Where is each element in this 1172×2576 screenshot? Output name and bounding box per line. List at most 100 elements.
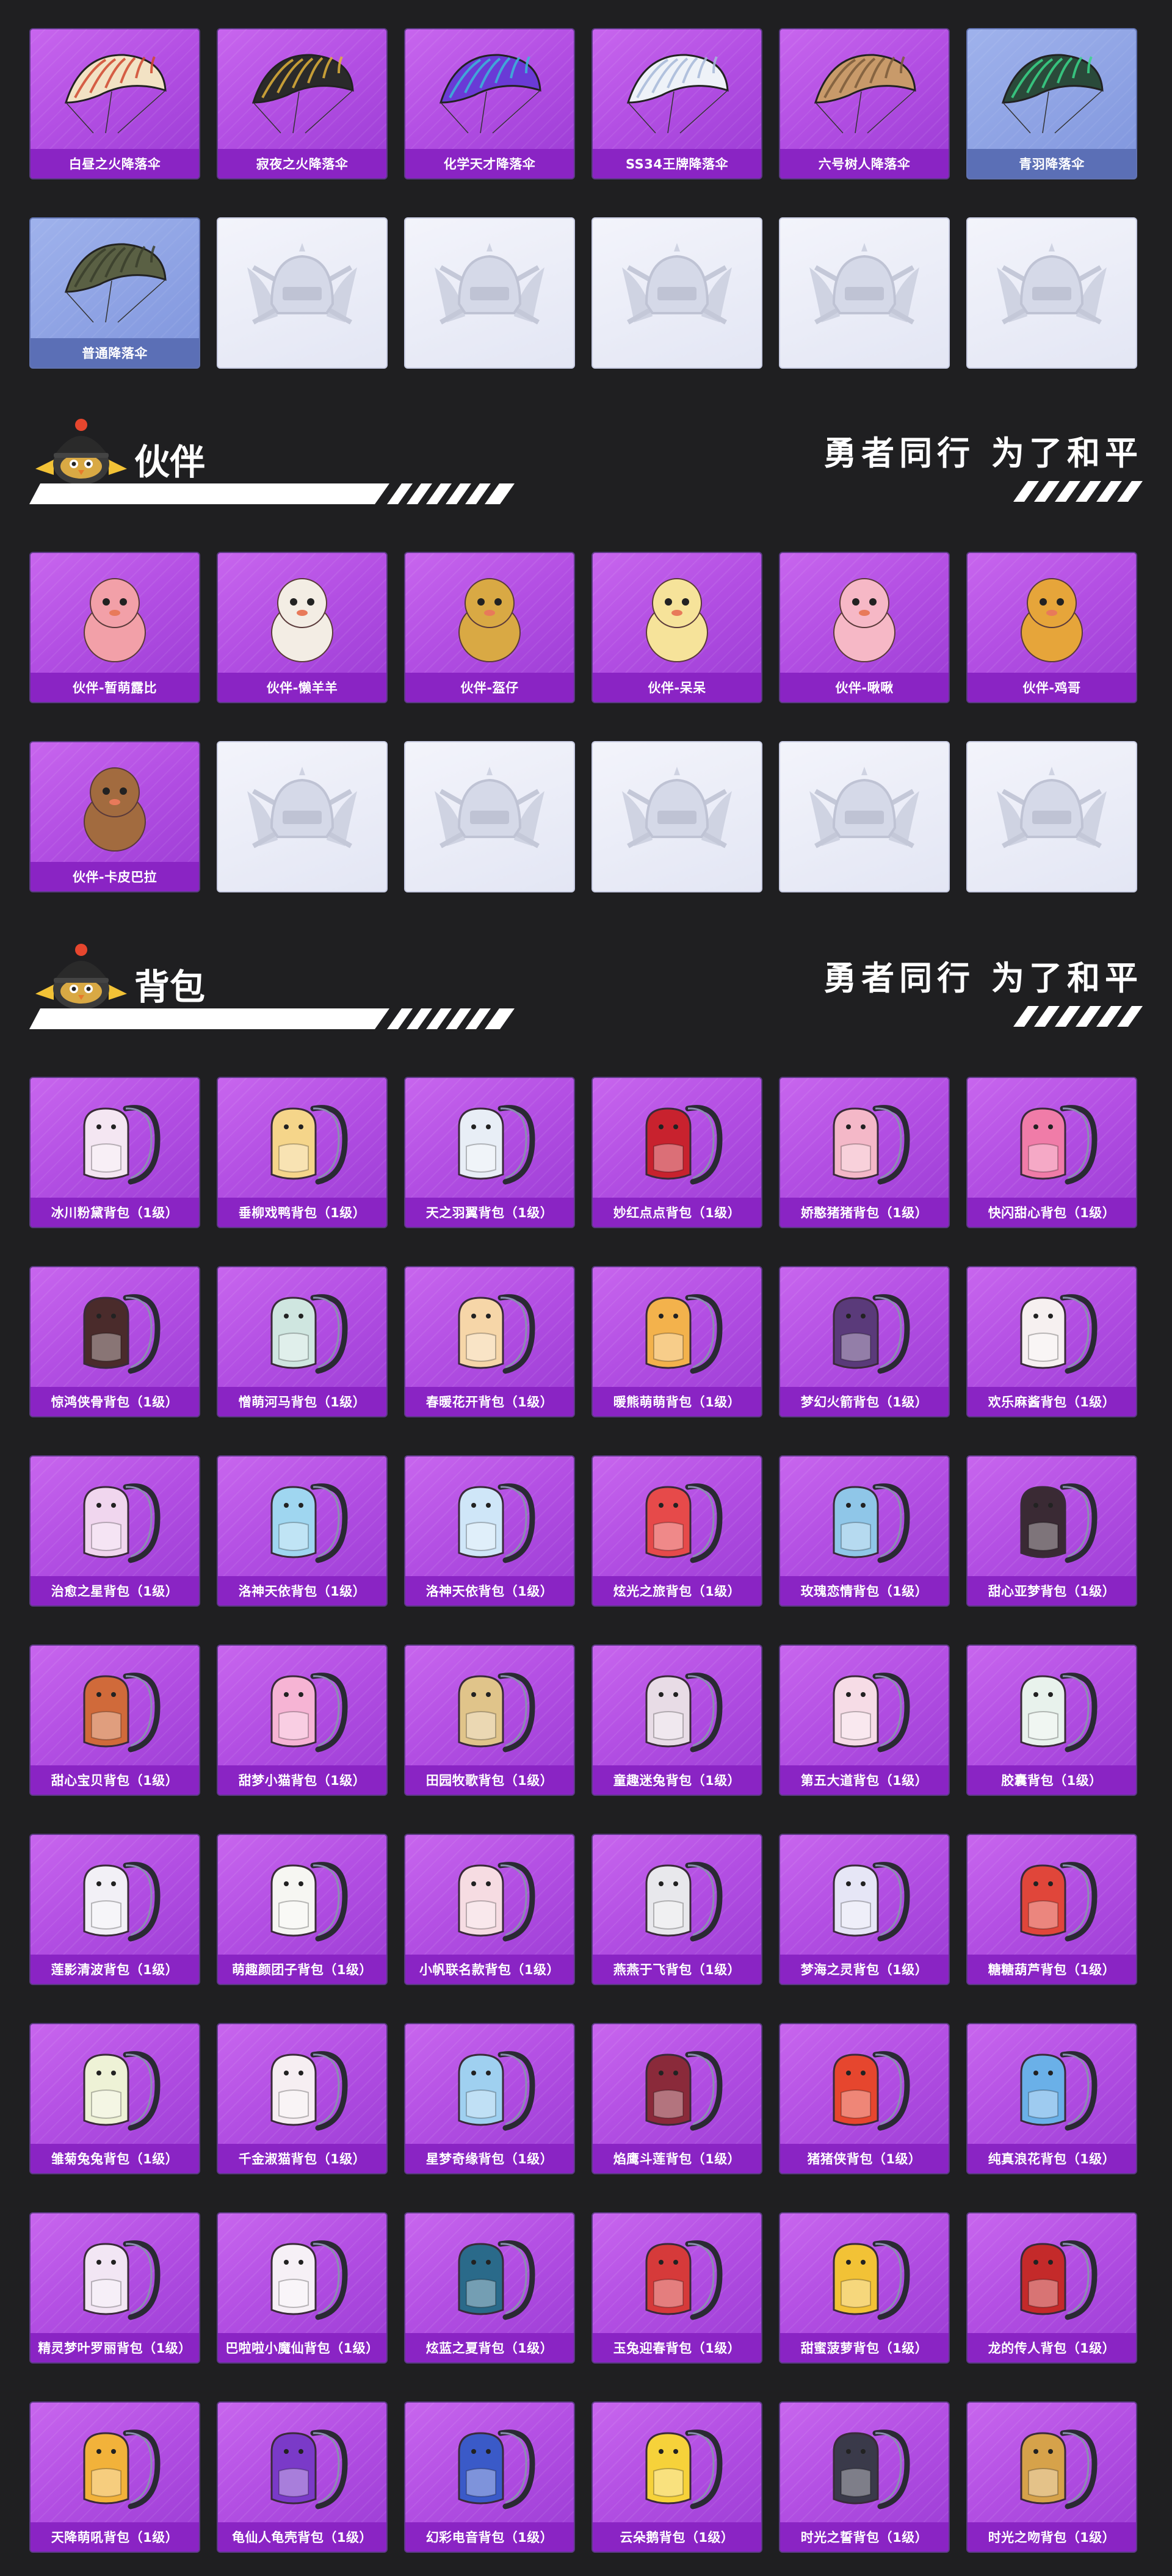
item-card[interactable]: 玫瑰恋情背包（1级） — [779, 1455, 950, 1607]
item-card[interactable]: 惊鸿侠骨背包（1级） — [29, 1266, 200, 1417]
item-card[interactable]: 雏菊兔兔背包（1级） — [29, 2023, 200, 2174]
placeholder-emblem-icon — [797, 231, 931, 355]
item-card[interactable]: 云朵鹅背包（1级） — [591, 2401, 762, 2553]
item-label: 糖糖葫芦背包（1级） — [968, 1955, 1136, 1984]
item-card[interactable]: 甜心亚梦背包（1级） — [966, 1455, 1137, 1607]
item-label: 玉兔迎春背包（1级） — [593, 2333, 761, 2362]
item-card[interactable]: 巴啦啦小魔仙背包（1级） — [217, 2212, 388, 2364]
item-card[interactable]: 伙伴-暂萌露比 — [29, 552, 200, 703]
section-slogan: 勇者同行 为了和平 — [823, 434, 1143, 472]
item-card[interactable]: 快闪甜心背包（1级） — [966, 1077, 1137, 1228]
empty-slot — [217, 217, 388, 369]
item-card[interactable]: 伙伴-呆呆 — [591, 552, 762, 703]
item-card[interactable]: 纯真浪花背包（1级） — [966, 2023, 1137, 2174]
item-card[interactable]: 妙红点点背包（1级） — [591, 1077, 762, 1228]
item-card[interactable]: 燕燕于飞背包（1级） — [591, 1834, 762, 1985]
item-label: 甜心亚梦背包（1级） — [968, 1576, 1136, 1605]
item-card[interactable]: 普通降落伞 — [29, 217, 200, 369]
item-card[interactable]: 精灵梦叶罗丽背包（1级） — [29, 2212, 200, 2364]
item-card[interactable]: 天降萌吼背包（1级） — [29, 2401, 200, 2553]
section-title: 背包 — [134, 966, 206, 1008]
item-card[interactable]: 暖熊萌萌背包（1级） — [591, 1266, 762, 1417]
item-label: 萌趣颜团子背包（1级） — [218, 1955, 386, 1984]
item-card[interactable]: 化学天才降落伞 — [404, 28, 575, 179]
item-label: 天降萌吼背包（1级） — [31, 2522, 199, 2552]
item-card[interactable]: 小帆联名款背包（1级） — [404, 1834, 575, 1985]
item-label: 垂柳戏鸭背包（1级） — [218, 1198, 386, 1227]
placeholder-emblem-icon — [235, 231, 369, 355]
item-card[interactable]: 春暖花开背包（1级） — [404, 1266, 575, 1417]
item-card[interactable]: 伙伴-啾啾 — [779, 552, 950, 703]
placeholder-emblem-icon — [422, 231, 557, 355]
item-label: 寂夜之火降落伞 — [218, 149, 386, 178]
item-card[interactable]: 胶囊背包（1级） — [966, 1644, 1137, 1796]
item-card[interactable]: 千金淑猫背包（1级） — [217, 2023, 388, 2174]
item-label: 纯真浪花背包（1级） — [968, 2144, 1136, 2173]
item-label: 憎萌河马背包（1级） — [218, 1387, 386, 1416]
placeholder-emblem-icon — [610, 754, 744, 879]
backpack-icon — [806, 1847, 922, 1951]
item-card[interactable]: 伙伴-卡皮巴拉 — [29, 741, 200, 892]
placeholder-emblem-icon — [797, 754, 931, 879]
item-card[interactable]: 白昼之火降落伞 — [29, 28, 200, 179]
item-label: 星梦奇缘背包（1级） — [405, 2144, 574, 2173]
item-card[interactable]: 时光之誓背包（1级） — [779, 2401, 950, 2553]
item-label: 天之羽翼背包（1级） — [405, 1198, 574, 1227]
item-card[interactable]: 伙伴-懒羊羊 — [217, 552, 388, 703]
item-card[interactable]: 欢乐麻酱背包（1级） — [966, 1266, 1137, 1417]
title-underline-stripe — [29, 483, 515, 504]
item-card[interactable]: 炫光之旅背包（1级） — [591, 1455, 762, 1607]
item-card[interactable]: 星梦奇缘背包（1级） — [404, 2023, 575, 2174]
item-card[interactable]: 甜梦小猫背包（1级） — [217, 1644, 388, 1796]
placeholder-emblem-icon — [985, 754, 1119, 879]
backpack-icon — [994, 1847, 1110, 1951]
item-card[interactable]: 童趣迷兔背包（1级） — [591, 1644, 762, 1796]
item-card[interactable]: 焰鹰斗莲背包（1级） — [591, 2023, 762, 2174]
backpack-icon — [994, 2226, 1110, 2329]
item-card[interactable]: 青羽降落伞 — [966, 28, 1137, 179]
backpack-icon — [244, 1847, 360, 1951]
item-label: 洛神天依背包（1级） — [405, 1576, 574, 1605]
item-card[interactable]: 龟仙人龟壳背包（1级） — [217, 2401, 388, 2553]
item-card[interactable]: 治愈之星背包（1级） — [29, 1455, 200, 1607]
item-card[interactable]: 娇憨猪猪背包（1级） — [779, 1077, 950, 1228]
item-card[interactable]: 猪猪侠背包（1级） — [779, 2023, 950, 2174]
item-card[interactable]: SS34王牌降落伞 — [591, 28, 762, 179]
item-card[interactable]: 玉兔迎春背包（1级） — [591, 2212, 762, 2364]
item-card[interactable]: 龙的传人背包（1级） — [966, 2212, 1137, 2364]
parachute-icon — [57, 42, 173, 145]
item-card[interactable]: 萌趣颜团子背包（1级） — [217, 1834, 388, 1985]
item-card[interactable]: 甜蜜菠萝背包（1级） — [779, 2212, 950, 2364]
item-card[interactable]: 梦海之灵背包（1级） — [779, 1834, 950, 1985]
item-card[interactable]: 伙伴-鸡哥 — [966, 552, 1137, 703]
item-card[interactable]: 六号树人降落伞 — [779, 28, 950, 179]
item-label: 快闪甜心背包（1级） — [968, 1198, 1136, 1227]
backpack-icon — [432, 2226, 548, 2329]
item-label: 猪猪侠背包（1级） — [780, 2144, 949, 2173]
backpack-icon — [57, 1090, 173, 1194]
item-card[interactable]: 甜心宝贝背包（1级） — [29, 1644, 200, 1796]
empty-slot — [404, 217, 575, 369]
companion-pet-icon — [619, 565, 735, 669]
item-card[interactable]: 梦幻火箭背包（1级） — [779, 1266, 950, 1417]
item-card[interactable]: 天之羽翼背包（1级） — [404, 1077, 575, 1228]
item-card[interactable]: 炫蓝之夏背包（1级） — [404, 2212, 575, 2364]
placeholder-emblem-icon — [610, 231, 744, 355]
item-label: 时光之吻背包（1级） — [968, 2522, 1136, 2552]
item-card[interactable]: 洛神天依背包（1级） — [217, 1455, 388, 1607]
item-card[interactable]: 垂柳戏鸭背包（1级） — [217, 1077, 388, 1228]
item-card[interactable]: 糖糖葫芦背包（1级） — [966, 1834, 1137, 1985]
item-card[interactable]: 莲影清波背包（1级） — [29, 1834, 200, 1985]
item-card[interactable]: 时光之吻背包（1级） — [966, 2401, 1137, 2553]
item-card[interactable]: 憎萌河马背包（1级） — [217, 1266, 388, 1417]
item-label: 伙伴-暂萌露比 — [31, 673, 199, 702]
item-card[interactable]: 第五大道背包（1级） — [779, 1644, 950, 1796]
item-card[interactable]: 冰川粉黛背包（1级） — [29, 1077, 200, 1228]
item-card[interactable]: 幻彩电音背包（1级） — [404, 2401, 575, 2553]
item-card[interactable]: 寂夜之火降落伞 — [217, 28, 388, 179]
slogan-stripe — [1013, 1006, 1143, 1027]
backpack-icon — [994, 2036, 1110, 2140]
item-card[interactable]: 洛神天依背包（1级） — [404, 1455, 575, 1607]
item-card[interactable]: 伙伴-盔仔 — [404, 552, 575, 703]
item-card[interactable]: 田园牧歌背包（1级） — [404, 1644, 575, 1796]
